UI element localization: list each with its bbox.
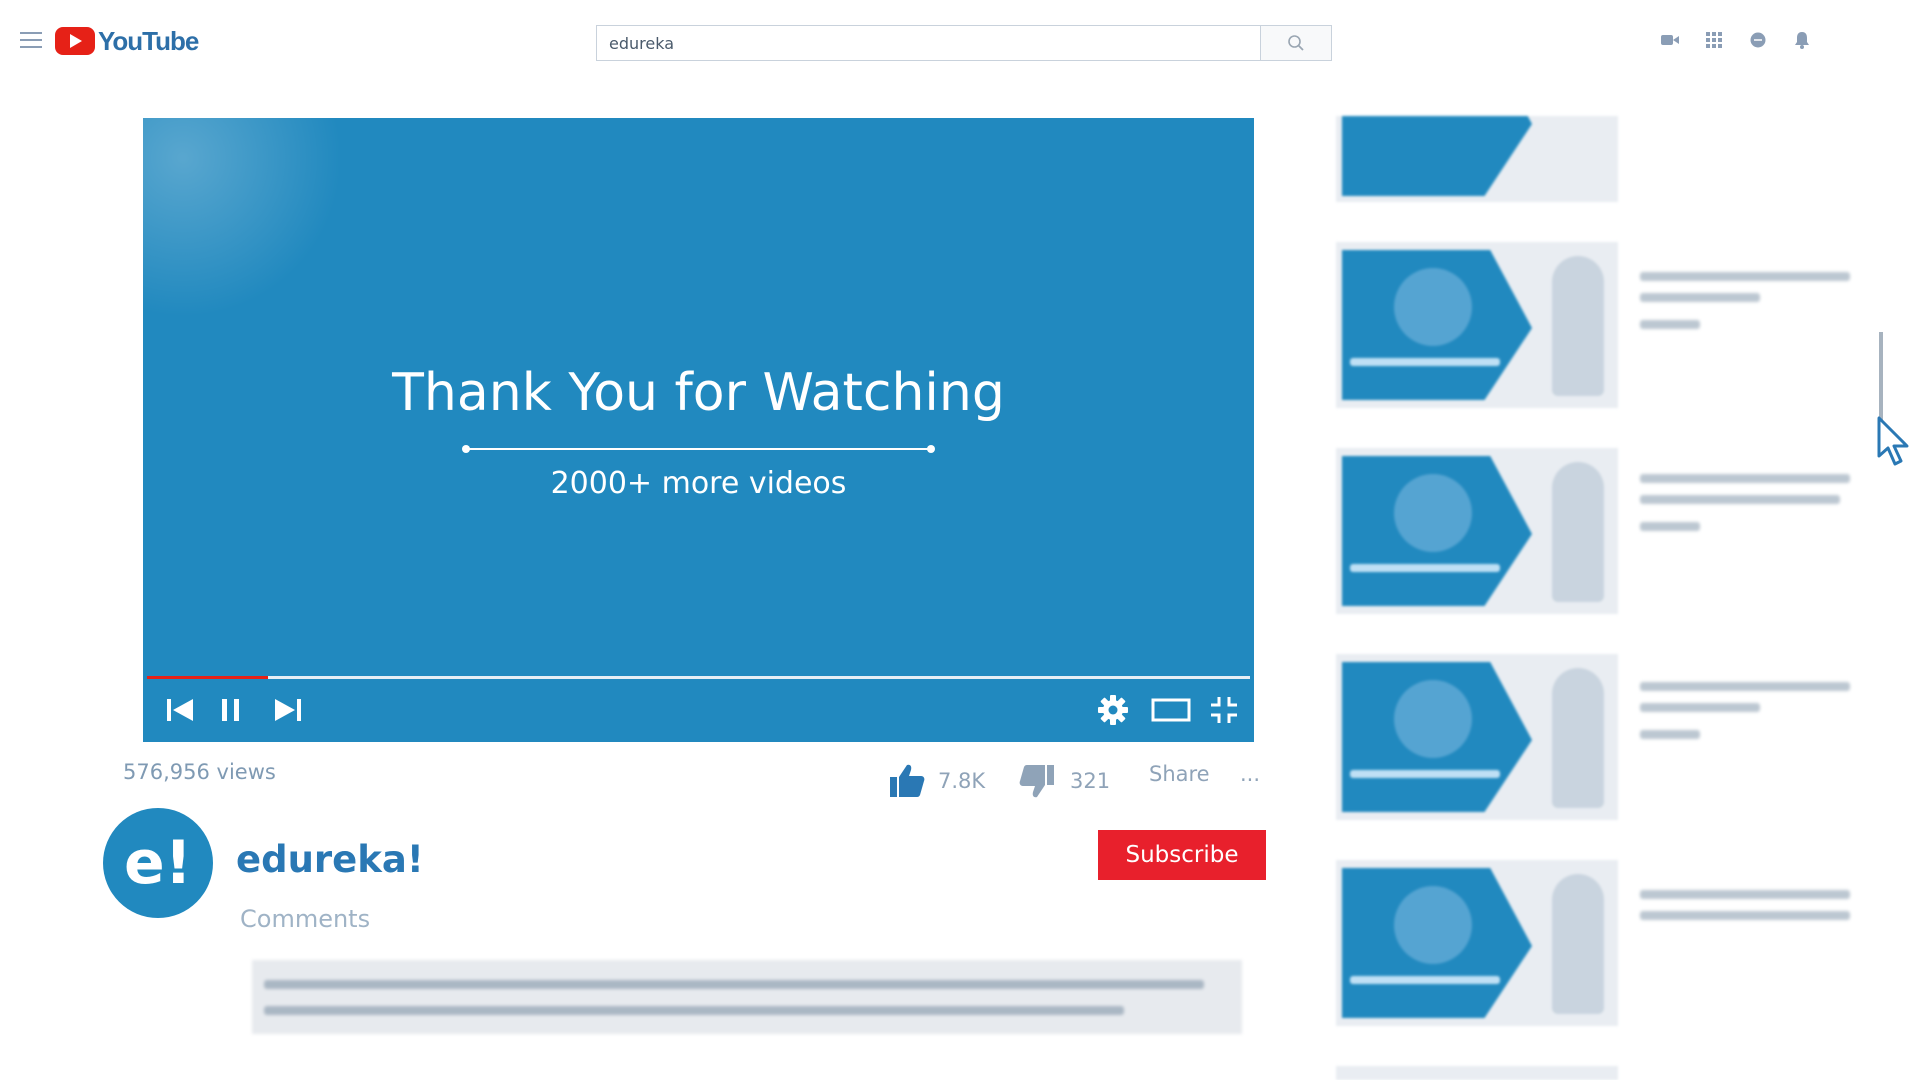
channel-avatar[interactable]: e!: [103, 808, 213, 918]
related-video-thumbnail[interactable]: [1336, 242, 1618, 408]
theater-mode-button[interactable]: [1151, 690, 1191, 730]
youtube-play-icon: [55, 27, 95, 55]
video-camera-icon[interactable]: [1660, 30, 1680, 50]
sidebar-scrollbar[interactable]: [1879, 332, 1883, 422]
previous-button[interactable]: [165, 690, 195, 730]
end-screen-divider: [462, 445, 935, 453]
like-button[interactable]: 7.8K: [888, 762, 985, 800]
header-actions: [1660, 30, 1812, 50]
share-button[interactable]: Share: [1149, 762, 1210, 786]
related-video-thumbnail[interactable]: [1336, 116, 1618, 202]
related-video-meta[interactable]: [1640, 890, 1850, 932]
exit-fullscreen-button[interactable]: [1209, 690, 1239, 730]
search-button[interactable]: [1260, 26, 1331, 60]
thumbs-down-icon: [1019, 765, 1054, 798]
youtube-logo[interactable]: YouTube: [55, 25, 199, 56]
comments-heading: Comments: [240, 905, 371, 933]
related-video-meta[interactable]: [1640, 474, 1850, 543]
search-input[interactable]: [597, 26, 1260, 60]
related-video-meta[interactable]: [1640, 272, 1850, 341]
related-video-thumbnail[interactable]: [1336, 448, 1618, 614]
notification-bell-icon[interactable]: [1792, 30, 1812, 50]
settings-icon: [1098, 695, 1128, 725]
youtube-wordmark: YouTube: [98, 25, 199, 56]
next-button[interactable]: [273, 690, 303, 730]
related-video-thumbnail[interactable]: [1336, 1066, 1618, 1080]
related-video-thumbnail[interactable]: [1336, 654, 1618, 820]
settings-button[interactable]: [1097, 690, 1129, 730]
more-actions-button[interactable]: ...: [1240, 762, 1260, 786]
pause-icon: [222, 699, 239, 721]
chat-icon[interactable]: [1748, 30, 1768, 50]
channel-name[interactable]: edureka!: [236, 838, 424, 881]
search-icon: [1288, 35, 1304, 51]
like-count: 7.8K: [938, 769, 986, 793]
progress-bar[interactable]: [147, 676, 1250, 679]
mouse-cursor-icon: [1877, 416, 1909, 466]
end-screen-subtitle: 2000+ more videos: [550, 466, 847, 501]
menu-icon[interactable]: [20, 32, 42, 48]
view-count: 576,956 views: [123, 760, 276, 784]
more-actions-label: ...: [1240, 762, 1261, 786]
search-bar: [596, 25, 1332, 61]
pause-button[interactable]: [219, 690, 243, 730]
progress-fill: [147, 676, 269, 679]
apps-grid-icon[interactable]: [1704, 30, 1724, 50]
related-video-thumbnail[interactable]: [1336, 860, 1618, 1026]
next-icon: [275, 699, 301, 721]
exit-fullscreen-icon: [1211, 697, 1237, 723]
end-screen-title: Thank You for Watching: [392, 363, 1005, 423]
dislike-count: 321: [1070, 769, 1111, 793]
previous-icon: [167, 699, 193, 721]
share-label: Share: [1149, 762, 1210, 786]
thumbs-up-icon: [890, 764, 925, 797]
related-video-meta[interactable]: [1640, 682, 1850, 751]
subscribe-button[interactable]: Subscribe: [1098, 830, 1266, 880]
pinned-comment-blurred: [252, 960, 1242, 1034]
dislike-button[interactable]: 321: [1018, 762, 1110, 800]
video-player[interactable]: Thank You for Watching 2000+ more videos: [143, 118, 1254, 742]
theater-mode-icon: [1151, 698, 1191, 722]
corner-glow: [143, 118, 343, 318]
